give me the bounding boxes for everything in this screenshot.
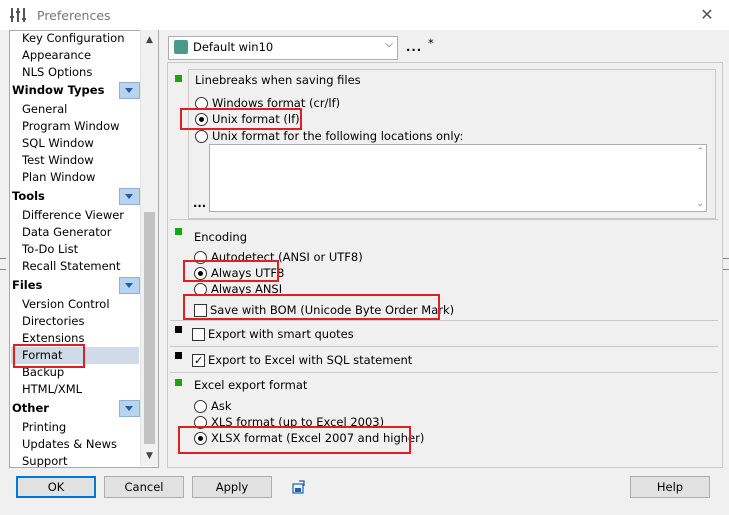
tree-item-test-window[interactable]: Test Window xyxy=(22,152,94,169)
section-marker xyxy=(175,352,182,359)
window-title: Preferences xyxy=(37,8,111,23)
locations-browse-button[interactable]: ... xyxy=(193,196,206,210)
title-bar: Preferences ✕ xyxy=(0,0,729,30)
close-icon[interactable]: ✕ xyxy=(697,5,717,25)
tree-group-files[interactable]: Files xyxy=(12,276,140,294)
scroll-thumb[interactable] xyxy=(144,212,155,444)
tree-item-difference-viewer[interactable]: Difference Viewer xyxy=(22,207,124,224)
help-button[interactable]: Help xyxy=(630,476,710,498)
profile-icon xyxy=(174,40,188,54)
tree-item-version-control[interactable]: Version Control xyxy=(22,296,110,313)
profile-options-button[interactable]: ... xyxy=(406,40,422,54)
annotation-highlight xyxy=(183,260,279,282)
chevron-down-icon[interactable] xyxy=(119,277,140,294)
tree-item-appearance[interactable]: Appearance xyxy=(22,47,91,64)
apply-button[interactable]: Apply xyxy=(192,476,272,498)
scroll-up-icon[interactable]: ▲ xyxy=(141,32,158,49)
locations-textarea[interactable]: ⌃ ⌄ xyxy=(209,144,707,212)
modified-marker: * xyxy=(428,36,434,50)
linebreaks-box: Linebreaks when saving files Windows for… xyxy=(188,69,716,219)
tree-item-updates-news[interactable]: Updates & News xyxy=(22,436,117,453)
section-marker xyxy=(175,75,182,82)
tree-item-to-do-list[interactable]: To-Do List xyxy=(22,241,78,258)
profile-select[interactable]: Default win10 ⌵ xyxy=(168,36,398,60)
linebreaks-title: Linebreaks when saving files xyxy=(195,73,361,87)
tree-item-nls-options[interactable]: NLS Options xyxy=(22,64,92,81)
excel-format-title: Excel export format xyxy=(194,378,308,392)
ok-button[interactable]: OK xyxy=(16,476,96,498)
tree-group-window-types[interactable]: Window Types xyxy=(12,81,140,99)
chevron-down-icon[interactable] xyxy=(119,188,140,205)
scroll-down-icon[interactable]: ▼ xyxy=(141,448,158,465)
chevron-down-icon[interactable] xyxy=(119,82,140,99)
edge-decoration xyxy=(0,258,6,270)
annotation-highlight xyxy=(183,294,440,320)
tree-group-other[interactable]: Other xyxy=(12,399,140,417)
tree-item-support[interactable]: Support xyxy=(22,453,67,467)
tree-item-sql-window[interactable]: SQL Window xyxy=(22,135,94,152)
tree-scrollbar[interactable]: ▲ ▼ xyxy=(140,30,158,466)
cancel-button[interactable]: Cancel xyxy=(104,476,184,498)
app-icon xyxy=(10,8,26,22)
tree-item-printing[interactable]: Printing xyxy=(22,419,66,436)
tree-group-tools[interactable]: Tools xyxy=(12,187,140,205)
encoding-title: Encoding xyxy=(194,230,247,244)
linebreaks-section: Linebreaks when saving files Windows for… xyxy=(170,63,718,220)
annotation-highlight xyxy=(180,108,302,130)
profile-value: Default win10 xyxy=(193,40,274,54)
section-marker xyxy=(175,379,182,386)
tree-item-data-generator[interactable]: Data Generator xyxy=(22,224,112,241)
tree-item-general[interactable]: General xyxy=(22,101,67,118)
scroll-up-icon[interactable]: ⌃ xyxy=(696,147,704,157)
annotation-highlight xyxy=(13,344,85,368)
smart-quotes-section: Export with smart quotes xyxy=(170,321,718,347)
tree-item-html-xml[interactable]: HTML/XML xyxy=(22,381,82,398)
category-tree[interactable]: Key Configuration Appearance NLS Options… xyxy=(9,30,159,468)
save-preferences-icon[interactable] xyxy=(292,480,306,494)
chevron-down-icon[interactable] xyxy=(119,400,140,417)
scroll-down-icon[interactable]: ⌄ xyxy=(696,199,704,209)
excel-sql-section: Export to Excel with SQL statement xyxy=(170,347,718,373)
section-marker xyxy=(175,228,182,235)
profile-bar: Default win10 ⌵ ... * xyxy=(166,34,721,60)
tree-item-plan-window[interactable]: Plan Window xyxy=(22,169,95,186)
edge-decoration xyxy=(723,258,729,270)
chevron-down-icon[interactable]: ⌵ xyxy=(385,39,393,50)
tree-item-key-configuration[interactable]: Key Configuration xyxy=(22,31,125,47)
section-marker xyxy=(175,326,182,333)
tree-item-recall-statement[interactable]: Recall Statement xyxy=(22,258,120,275)
tree-item-directories[interactable]: Directories xyxy=(22,313,84,330)
annotation-highlight xyxy=(178,426,411,454)
tree-item-program-window[interactable]: Program Window xyxy=(22,118,120,135)
